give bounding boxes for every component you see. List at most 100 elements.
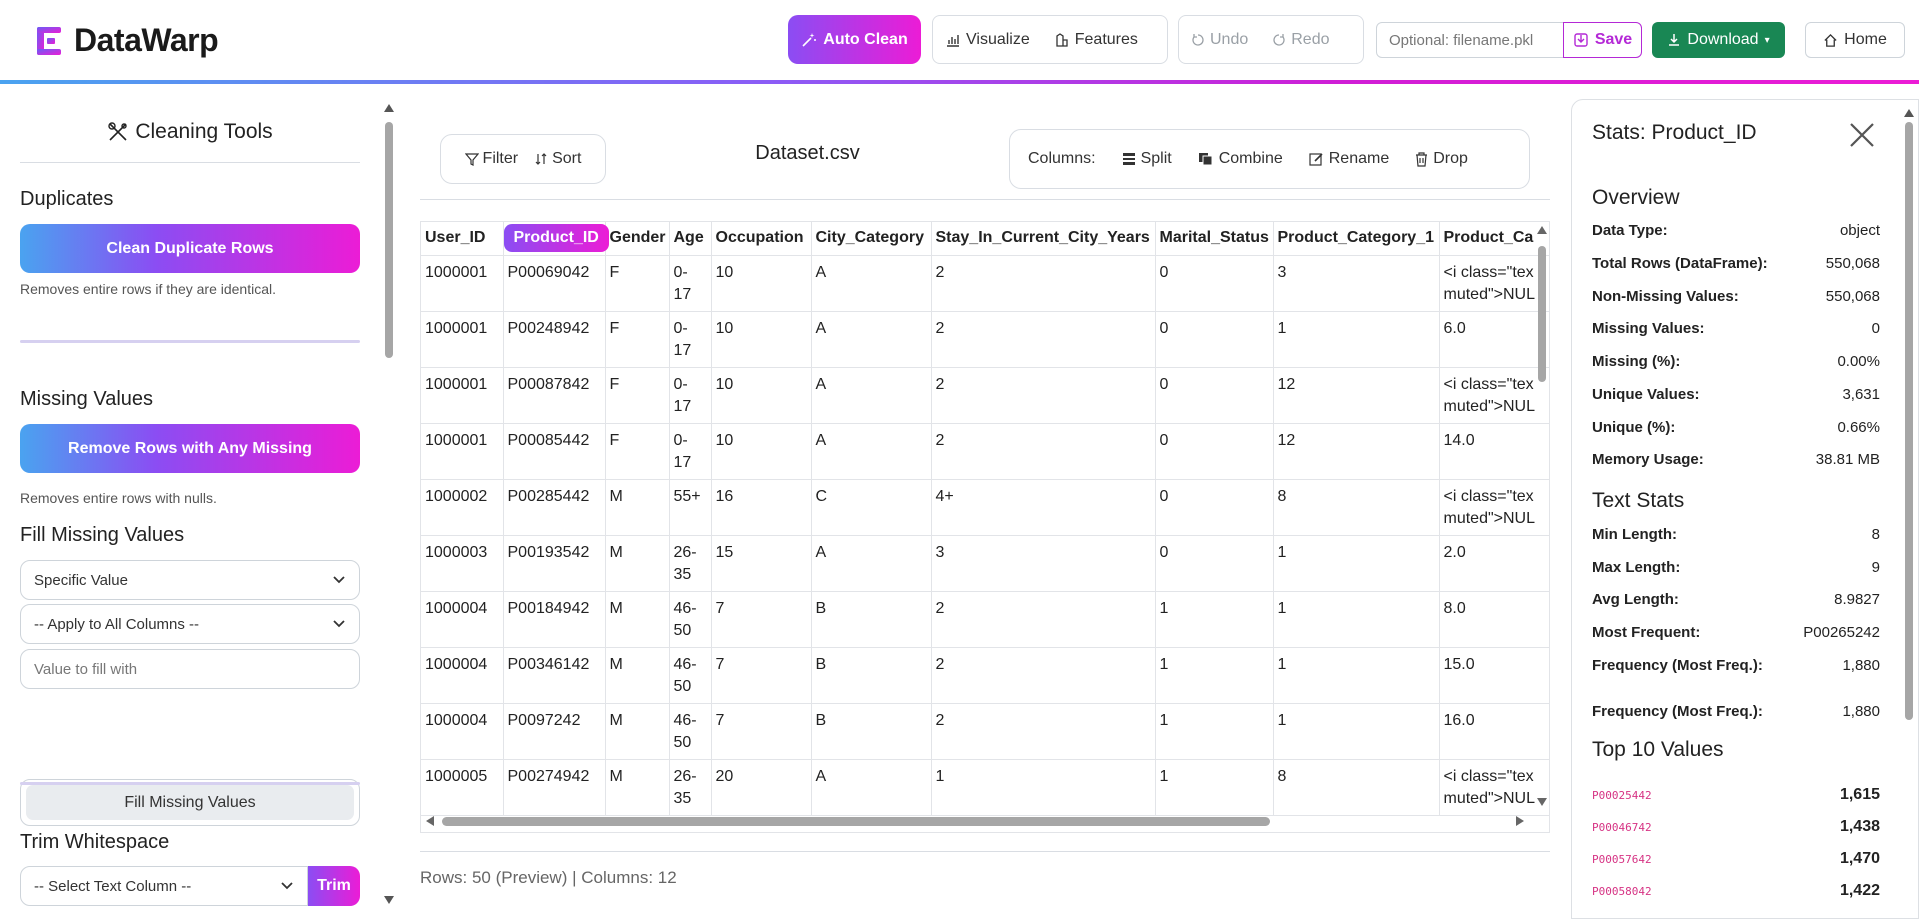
table-cell[interactable]: 26- 35 bbox=[669, 535, 712, 592]
column-header[interactable]: Gender bbox=[605, 222, 670, 256]
column-header[interactable]: Stay_In_Current_City_Years bbox=[931, 222, 1156, 256]
table-cell[interactable]: P00193542 bbox=[503, 535, 606, 592]
save-button[interactable]: Save bbox=[1563, 22, 1642, 58]
table-cell[interactable]: 3 bbox=[1273, 255, 1440, 312]
filter-button[interactable]: Filter bbox=[464, 150, 518, 168]
stats-scrollbar-thumb[interactable] bbox=[1905, 122, 1913, 720]
table-cell[interactable]: 2.0 bbox=[1439, 535, 1549, 592]
table-cell[interactable]: 0- 17 bbox=[669, 255, 712, 312]
table-cell[interactable]: 0- 17 bbox=[669, 367, 712, 424]
table-scroll-down-arrow[interactable] bbox=[1537, 798, 1547, 806]
brand[interactable]: DataWarp bbox=[36, 22, 219, 59]
table-cell[interactable]: M bbox=[605, 647, 670, 704]
table-cell[interactable]: 1000002 bbox=[421, 479, 504, 536]
table-cell[interactable]: 12 bbox=[1273, 423, 1440, 480]
table-cell[interactable]: 2 bbox=[931, 591, 1156, 648]
fill-column-select[interactable]: -- Apply to All Columns -- bbox=[20, 604, 360, 644]
trim-button[interactable]: Trim bbox=[308, 866, 360, 906]
table-cell[interactable]: 1000001 bbox=[421, 423, 504, 480]
table-cell[interactable]: A bbox=[811, 367, 932, 424]
table-cell[interactable]: 0 bbox=[1155, 535, 1274, 592]
table-cell[interactable]: 1000004 bbox=[421, 591, 504, 648]
visualize-button[interactable]: Visualize bbox=[933, 31, 1042, 49]
table-scroll-right-arrow[interactable] bbox=[1516, 816, 1524, 826]
table-cell[interactable]: 10 bbox=[711, 367, 812, 424]
table-cell[interactable]: 2 bbox=[931, 255, 1156, 312]
table-cell[interactable]: 7 bbox=[711, 647, 812, 704]
table-cell[interactable]: F bbox=[605, 367, 670, 424]
column-header[interactable]: Occupation bbox=[711, 222, 812, 256]
table-cell[interactable]: 46- 50 bbox=[669, 703, 712, 760]
table-cell[interactable]: B bbox=[811, 591, 932, 648]
table-cell[interactable]: F bbox=[605, 423, 670, 480]
table-cell[interactable]: 0- 17 bbox=[669, 423, 712, 480]
table-cell[interactable]: M bbox=[605, 703, 670, 760]
table-cell[interactable]: 12 bbox=[1273, 367, 1440, 424]
table-cell[interactable]: 2 bbox=[931, 647, 1156, 704]
fill-method-select[interactable]: Specific Value bbox=[20, 560, 360, 600]
table-cell[interactable]: 1 bbox=[1155, 591, 1274, 648]
table-cell[interactable]: 1 bbox=[1273, 311, 1440, 368]
table-cell[interactable]: 46- 50 bbox=[669, 647, 712, 704]
table-cell[interactable]: 2 bbox=[931, 311, 1156, 368]
table-cell[interactable]: P00248942 bbox=[503, 311, 606, 368]
top-value-label[interactable]: P00057642 bbox=[1592, 853, 1652, 866]
table-cell[interactable]: <i class="tex muted">NUL bbox=[1439, 367, 1549, 424]
table-cell[interactable]: P00274942 bbox=[503, 759, 606, 816]
table-cell[interactable]: M bbox=[605, 479, 670, 536]
scroll-down-arrow[interactable] bbox=[384, 896, 394, 904]
table-cell[interactable]: 20 bbox=[711, 759, 812, 816]
table-cell[interactable]: 1 bbox=[1273, 703, 1440, 760]
table-cell[interactable]: P00087842 bbox=[503, 367, 606, 424]
table-cell[interactable]: 16.0 bbox=[1439, 703, 1549, 760]
table-cell[interactable]: 8.0 bbox=[1439, 591, 1549, 648]
column-header[interactable]: Age bbox=[669, 222, 712, 256]
table-cell[interactable]: 1 bbox=[1155, 703, 1274, 760]
table-cell[interactable]: F bbox=[605, 255, 670, 312]
top-value-label[interactable]: P00058042 bbox=[1592, 885, 1652, 898]
table-cell[interactable]: M bbox=[605, 591, 670, 648]
table-scroll-up-arrow[interactable] bbox=[1537, 226, 1547, 234]
table-cell[interactable]: A bbox=[811, 759, 932, 816]
table-cell[interactable]: 6.0 bbox=[1439, 311, 1549, 368]
table-cell[interactable]: A bbox=[811, 535, 932, 592]
table-cell[interactable]: 1 bbox=[1155, 647, 1274, 704]
sort-button[interactable]: Sort bbox=[534, 150, 581, 168]
table-cell[interactable]: A bbox=[811, 255, 932, 312]
table-cell[interactable]: 3 bbox=[931, 535, 1156, 592]
table-cell[interactable]: C bbox=[811, 479, 932, 536]
table-cell[interactable]: 8 bbox=[1273, 759, 1440, 816]
clean-duplicates-button[interactable]: Clean Duplicate Rows bbox=[20, 224, 360, 273]
stats-scroll-up-arrow[interactable] bbox=[1904, 109, 1914, 117]
table-cell[interactable]: B bbox=[811, 703, 932, 760]
table-cell[interactable]: 2 bbox=[931, 367, 1156, 424]
column-header[interactable]: City_Category bbox=[811, 222, 932, 256]
table-vscroll-thumb[interactable] bbox=[1538, 246, 1546, 382]
table-cell[interactable]: 1000001 bbox=[421, 367, 504, 424]
column-header[interactable]: Marital_Status bbox=[1155, 222, 1274, 256]
table-cell[interactable]: 26- 35 bbox=[669, 759, 712, 816]
table-hscroll-thumb[interactable] bbox=[442, 817, 1270, 826]
column-header[interactable]: Product_ID bbox=[503, 222, 609, 256]
home-button[interactable]: Home bbox=[1805, 22, 1905, 58]
table-cell[interactable]: 1000001 bbox=[421, 255, 504, 312]
remove-missing-rows-button[interactable]: Remove Rows with Any Missing bbox=[20, 424, 360, 473]
table-cell[interactable]: 1000001 bbox=[421, 311, 504, 368]
features-button[interactable]: Features bbox=[1042, 31, 1150, 49]
table-cell[interactable]: 1000004 bbox=[421, 703, 504, 760]
table-cell[interactable]: 0 bbox=[1155, 423, 1274, 480]
table-cell[interactable]: 16 bbox=[711, 479, 812, 536]
table-cell[interactable]: P00346142 bbox=[503, 647, 606, 704]
table-cell[interactable]: M bbox=[605, 759, 670, 816]
redo-button[interactable]: Redo bbox=[1260, 31, 1341, 49]
table-cell[interactable]: 1 bbox=[1273, 535, 1440, 592]
table-cell[interactable]: 1000005 bbox=[421, 759, 504, 816]
table-cell[interactable]: P00285442 bbox=[503, 479, 606, 536]
table-cell[interactable]: 7 bbox=[711, 591, 812, 648]
table-cell[interactable]: 10 bbox=[711, 423, 812, 480]
auto-clean-button[interactable]: Auto Clean bbox=[788, 15, 921, 64]
table-cell[interactable]: <i class="tex muted">NUL bbox=[1439, 479, 1549, 536]
table-cell[interactable]: 15.0 bbox=[1439, 647, 1549, 704]
column-header[interactable]: User_ID bbox=[421, 222, 504, 256]
split-button[interactable]: Split bbox=[1122, 150, 1172, 168]
